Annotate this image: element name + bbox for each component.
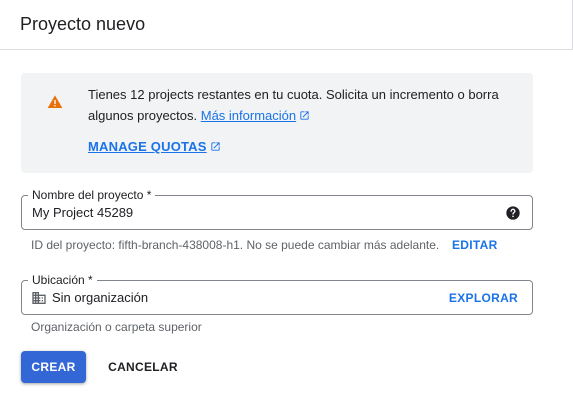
- quota-notice-text: Tienes 12 projects restantes en tu cuota…: [88, 84, 508, 126]
- edit-project-id-button[interactable]: EDITAR: [452, 238, 498, 252]
- new-project-page: Proyecto nuevo Tienes 12 projects restan…: [0, 0, 573, 407]
- more-info-link[interactable]: Más información: [201, 108, 310, 123]
- manage-quotas-label: MANAGE QUOTAS: [88, 139, 207, 154]
- project-name-label: Nombre del proyecto *: [28, 187, 156, 203]
- project-id-text: ID del proyecto: fifth-branch-438008-h1.…: [31, 238, 440, 252]
- warning-icon: [47, 95, 63, 108]
- external-link-icon: [211, 142, 220, 151]
- external-link-icon: [300, 111, 309, 120]
- location-label: Ubicación *: [28, 272, 97, 288]
- location-field[interactable]: Ubicación * Sin organización EXPLORAR: [21, 272, 533, 315]
- page-title: Proyecto nuevo: [20, 14, 146, 34]
- cancel-button[interactable]: CANCELAR: [98, 351, 188, 383]
- project-name-field: Nombre del proyecto *: [21, 187, 533, 230]
- more-info-label: Más información: [200, 108, 297, 123]
- project-name-input[interactable]: [32, 205, 472, 220]
- manage-quotas-link[interactable]: MANAGE QUOTAS: [88, 139, 221, 154]
- location-hint: Organización o carpeta superior: [31, 320, 202, 334]
- organization-icon: [32, 292, 46, 304]
- location-value: Sin organización: [52, 290, 149, 305]
- quota-notice: Tienes 12 projects restantes en tu cuota…: [21, 73, 533, 173]
- help-icon[interactable]: [505, 205, 521, 221]
- browse-button[interactable]: EXPLORAR: [449, 291, 518, 305]
- create-button[interactable]: CREAR: [21, 351, 86, 383]
- page-header: Proyecto nuevo: [0, 0, 573, 50]
